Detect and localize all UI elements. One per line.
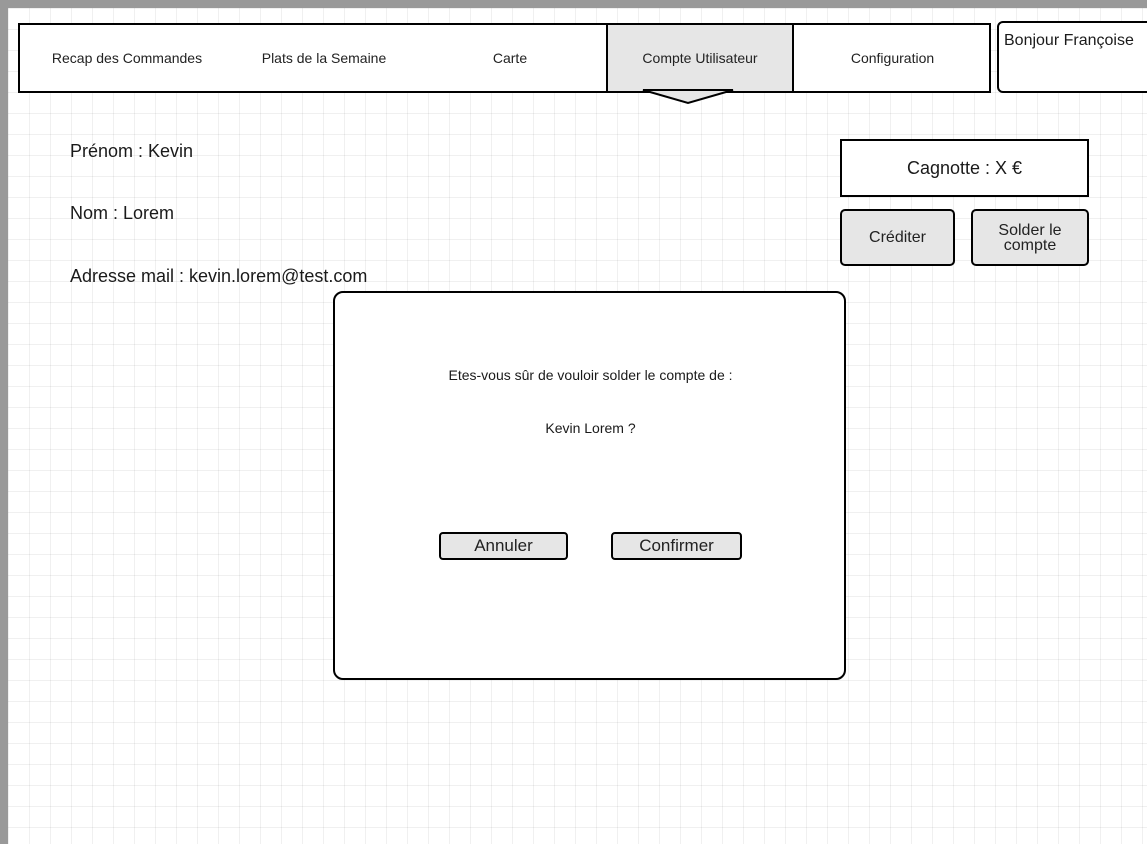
confirm-button[interactable]: Confirmer <box>611 532 742 560</box>
user-nom: Nom : Lorem <box>70 203 175 223</box>
crediter-button[interactable]: Créditer <box>840 209 955 266</box>
greeting-box: Bonjour Françoise <box>997 21 1147 93</box>
solder-compte-button[interactable]: Solder le compte <box>971 209 1089 266</box>
mockup-canvas: Recap des Commandes Plats de la Semaine … <box>0 0 1147 844</box>
tab-recap-commandes[interactable]: Recap des Commandes <box>20 25 234 91</box>
main-nav-bar: Recap des Commandes Plats de la Semaine … <box>18 23 991 93</box>
tab-plats-semaine[interactable]: Plats de la Semaine <box>234 25 414 91</box>
cancel-button[interactable]: Annuler <box>439 532 568 560</box>
user-email: Adresse mail : kevin.lorem@test.com <box>70 266 368 286</box>
dialog-user-name: Kevin Lorem ? <box>545 420 636 436</box>
cagnotte-balance: Cagnotte : X € <box>840 139 1089 197</box>
dialog-question: Etes-vous sûr de vouloir solder le compt… <box>448 367 733 383</box>
user-prenom: Prénom : Kevin <box>70 141 194 161</box>
active-tab-pointer-icon <box>642 89 734 105</box>
tab-compte-utilisateur[interactable]: Compte Utilisateur <box>606 25 794 91</box>
tab-configuration[interactable]: Configuration <box>794 25 991 91</box>
confirm-solder-dialog: Etes-vous sûr de vouloir solder le compt… <box>333 291 846 680</box>
tab-carte[interactable]: Carte <box>414 25 606 91</box>
